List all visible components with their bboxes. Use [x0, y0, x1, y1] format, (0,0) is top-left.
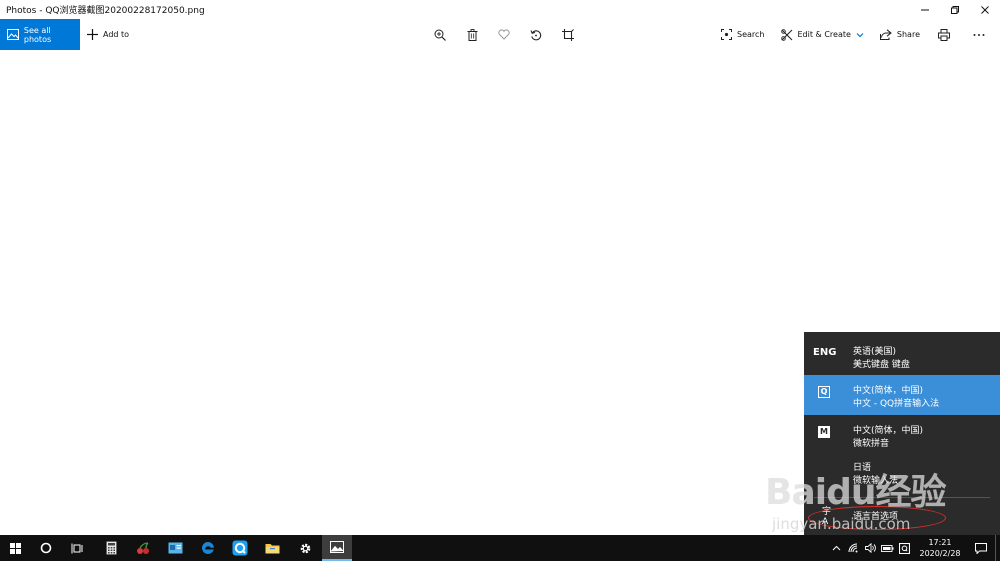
taskbar-settings[interactable]: [290, 535, 320, 561]
keyboard-name: 微软输入法: [853, 476, 899, 486]
photos-app-window: Photos - QQ浏览器截图20200228172050.png See a…: [0, 0, 1000, 561]
language-name: 日语: [853, 463, 872, 473]
add-to-label: Add to: [103, 30, 130, 39]
task-view-icon: [71, 543, 82, 553]
language-code: ENG: [813, 347, 837, 358]
speaker-icon: [865, 543, 876, 553]
photos-icon: [7, 29, 19, 40]
show-desktop-button[interactable]: [995, 535, 1000, 561]
rotate-button[interactable]: [520, 19, 552, 50]
input-language-flyout: ENG 英语(美国) 美式键盘 键盘 Q 中文(简体，中国) 中文 - QQ拼音…: [804, 332, 1000, 535]
minimize-button[interactable]: [910, 0, 940, 19]
taskbar-photos[interactable]: [322, 535, 352, 561]
taskbar-qq-browser[interactable]: [225, 535, 255, 561]
edit-create-button[interactable]: Edit & Create: [773, 19, 872, 50]
system-tray: 17:21 2020/2/28: [828, 535, 1000, 561]
share-icon: [879, 29, 892, 40]
show-hidden-icons-button[interactable]: [828, 535, 845, 561]
chevron-up-icon: [832, 545, 841, 551]
taskbar-app-game[interactable]: [128, 535, 158, 561]
windows-logo-icon: [9, 542, 21, 554]
rotate-icon: [530, 29, 542, 40]
language-item-english[interactable]: ENG 英语(美国) 美式键盘 键盘: [804, 336, 1000, 376]
delete-button[interactable]: [456, 19, 488, 50]
toolbar-actions: Search Edit & Create Share: [713, 19, 1000, 50]
highlight-annotation: [808, 506, 946, 530]
taskbar-mail-app[interactable]: [160, 535, 190, 561]
image-tools: [424, 19, 584, 50]
close-button[interactable]: [970, 0, 1000, 19]
keyboard-name: 中文 - QQ拼音输入法: [853, 399, 940, 409]
language-name: 中文(简体，中国): [853, 386, 924, 396]
zoom-in-icon: [434, 29, 446, 41]
edge-browser-icon: [201, 542, 214, 554]
zoom-button[interactable]: [424, 19, 456, 50]
print-button[interactable]: [928, 19, 965, 50]
task-view-button[interactable]: [62, 535, 92, 561]
edit-create-icon: [780, 28, 792, 41]
clock-time: 17:21: [928, 538, 952, 547]
chevron-down-icon: [856, 32, 864, 37]
keyboard-name: 美式键盘 键盘: [853, 360, 910, 370]
add-to-button[interactable]: Add to: [87, 19, 129, 50]
minimize-icon: [921, 9, 929, 10]
calculator-icon: [105, 541, 117, 555]
app-toolbar: See all photos Add to Search Edit & Crea…: [0, 19, 1000, 50]
see-all-photos-button[interactable]: See all photos: [0, 19, 80, 50]
crop-button[interactable]: [552, 19, 584, 50]
search-label: Search: [737, 30, 765, 39]
microsoft-pinyin-icon: M: [818, 426, 830, 438]
taskbar-file-explorer[interactable]: [257, 535, 287, 561]
volume-button[interactable]: [862, 535, 879, 561]
language-name: 英语(美国): [853, 347, 897, 357]
notification-icon: [975, 542, 987, 554]
wifi-icon: [848, 543, 858, 553]
cortana-circle-icon: [40, 542, 52, 554]
plus-icon: [87, 29, 98, 40]
language-name: 中文(简体，中国): [853, 426, 924, 436]
folder-icon: [265, 544, 279, 554]
language-item-microsoft-pinyin[interactable]: M 中文(简体，中国) 微软拼音: [804, 415, 1000, 455]
gear-icon: [300, 543, 310, 553]
battery-icon: [881, 544, 894, 552]
search-button[interactable]: Search: [713, 19, 772, 50]
favorite-button[interactable]: [488, 19, 520, 50]
close-icon: [981, 5, 989, 14]
qq-input-icon: [899, 542, 910, 554]
share-label: Share: [896, 30, 920, 39]
action-center-button[interactable]: [967, 535, 995, 561]
qq-pinyin-icon: Q: [818, 386, 830, 398]
more-icon: [973, 33, 985, 36]
crop-icon: [562, 28, 574, 41]
taskbar-edge[interactable]: [193, 535, 223, 561]
more-options-button[interactable]: [965, 19, 1000, 50]
id-card-app-icon: [168, 542, 182, 554]
restore-icon: [951, 5, 959, 14]
language-item-japanese[interactable]: 日语 微软输入法: [804, 452, 1000, 492]
input-method-button[interactable]: [896, 535, 913, 561]
taskbar: 17:21 2020/2/28: [0, 535, 1000, 561]
clock-date: 2020/2/28: [919, 549, 961, 558]
cherry-app-icon: [136, 541, 149, 554]
cortana-button[interactable]: [31, 535, 61, 561]
edit-create-label: Edit & Create: [797, 30, 851, 39]
keyboard-name: 微软拼音: [853, 439, 890, 449]
restore-button[interactable]: [940, 0, 970, 19]
visual-search-icon: [721, 29, 733, 40]
trash-icon: [467, 28, 477, 41]
heart-icon: [498, 29, 510, 40]
title-bar: Photos - QQ浏览器截图20200228172050.png: [0, 0, 1000, 19]
taskbar-calculator[interactable]: [96, 535, 126, 561]
qq-browser-icon: [232, 540, 248, 556]
clock-button[interactable]: 17:21 2020/2/28: [913, 535, 967, 561]
share-button[interactable]: Share: [872, 19, 928, 50]
photos-app-icon: [330, 541, 344, 553]
printer-icon: [938, 28, 950, 41]
window-title: Photos - QQ浏览器截图20200228172050.png: [6, 6, 205, 16]
start-button[interactable]: [0, 535, 30, 561]
language-item-qq-pinyin[interactable]: Q 中文(简体，中国) 中文 - QQ拼音输入法: [804, 375, 1000, 415]
battery-button[interactable]: [879, 535, 896, 561]
see-all-photos-label: See all photos: [23, 25, 52, 44]
network-button[interactable]: [845, 535, 862, 561]
